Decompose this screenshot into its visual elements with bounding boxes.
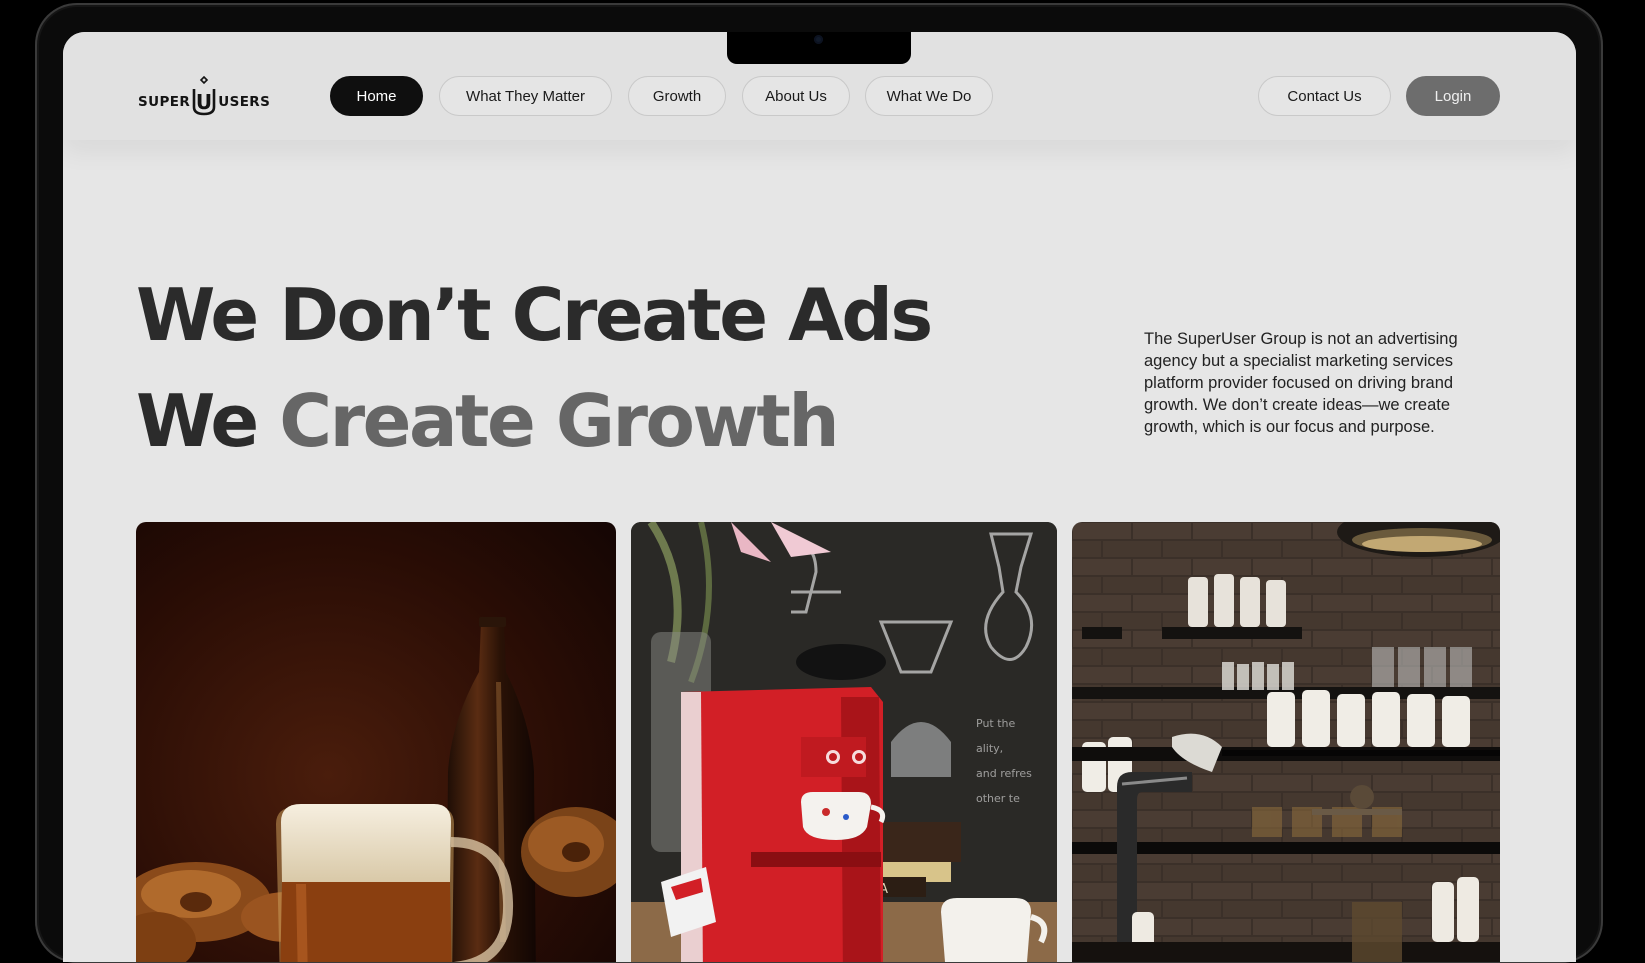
beer-and-pretzels-photo	[136, 522, 616, 962]
hero-line-2-lead: We	[136, 379, 259, 463]
nav-about-us[interactable]: About Us	[742, 76, 850, 116]
bar-shelves-photo	[1072, 522, 1500, 962]
logo-word-super: SUPER	[138, 93, 191, 110]
hero-heading: We Don’t Create Ads We Create Growth	[136, 262, 933, 474]
svg-text:and refres: and refres	[976, 767, 1032, 780]
hero-line-2-accent: Create Growth	[279, 379, 839, 463]
svg-text:ality,: ality,	[976, 742, 1003, 755]
gallery-image-bar	[1072, 522, 1500, 962]
gallery-image-coffee: Put the ality, and refres other te TEA	[631, 522, 1057, 962]
login-button[interactable]: Login	[1406, 76, 1500, 116]
logo-u-mark: U	[192, 76, 216, 116]
browser-viewport: SUPER U USERS Home What They Matter Grow…	[63, 32, 1576, 962]
logo-word-users: USERS	[218, 93, 271, 110]
logo-mark-letter: U	[196, 90, 212, 114]
camera-notch	[727, 32, 911, 64]
nav-what-they-matter[interactable]: What They Matter	[439, 76, 612, 116]
nav-growth[interactable]: Growth	[628, 76, 726, 116]
red-coffee-machine-photo: Put the ality, and refres other te TEA	[631, 522, 1057, 962]
camera-icon	[814, 35, 823, 44]
superusers-logo[interactable]: SUPER U USERS	[138, 76, 270, 116]
hero-line-1: We Don’t Create Ads	[136, 273, 933, 357]
gallery-image-beer	[136, 522, 616, 962]
contact-us-button[interactable]: Contact Us	[1258, 76, 1391, 116]
svg-text:Put the: Put the	[976, 717, 1016, 730]
nav-home[interactable]: Home	[330, 76, 423, 116]
nav-what-we-do[interactable]: What We Do	[865, 76, 993, 116]
svg-text:other te: other te	[976, 792, 1020, 805]
hero-description: The SuperUser Group is not an advertisin…	[1144, 330, 1458, 436]
